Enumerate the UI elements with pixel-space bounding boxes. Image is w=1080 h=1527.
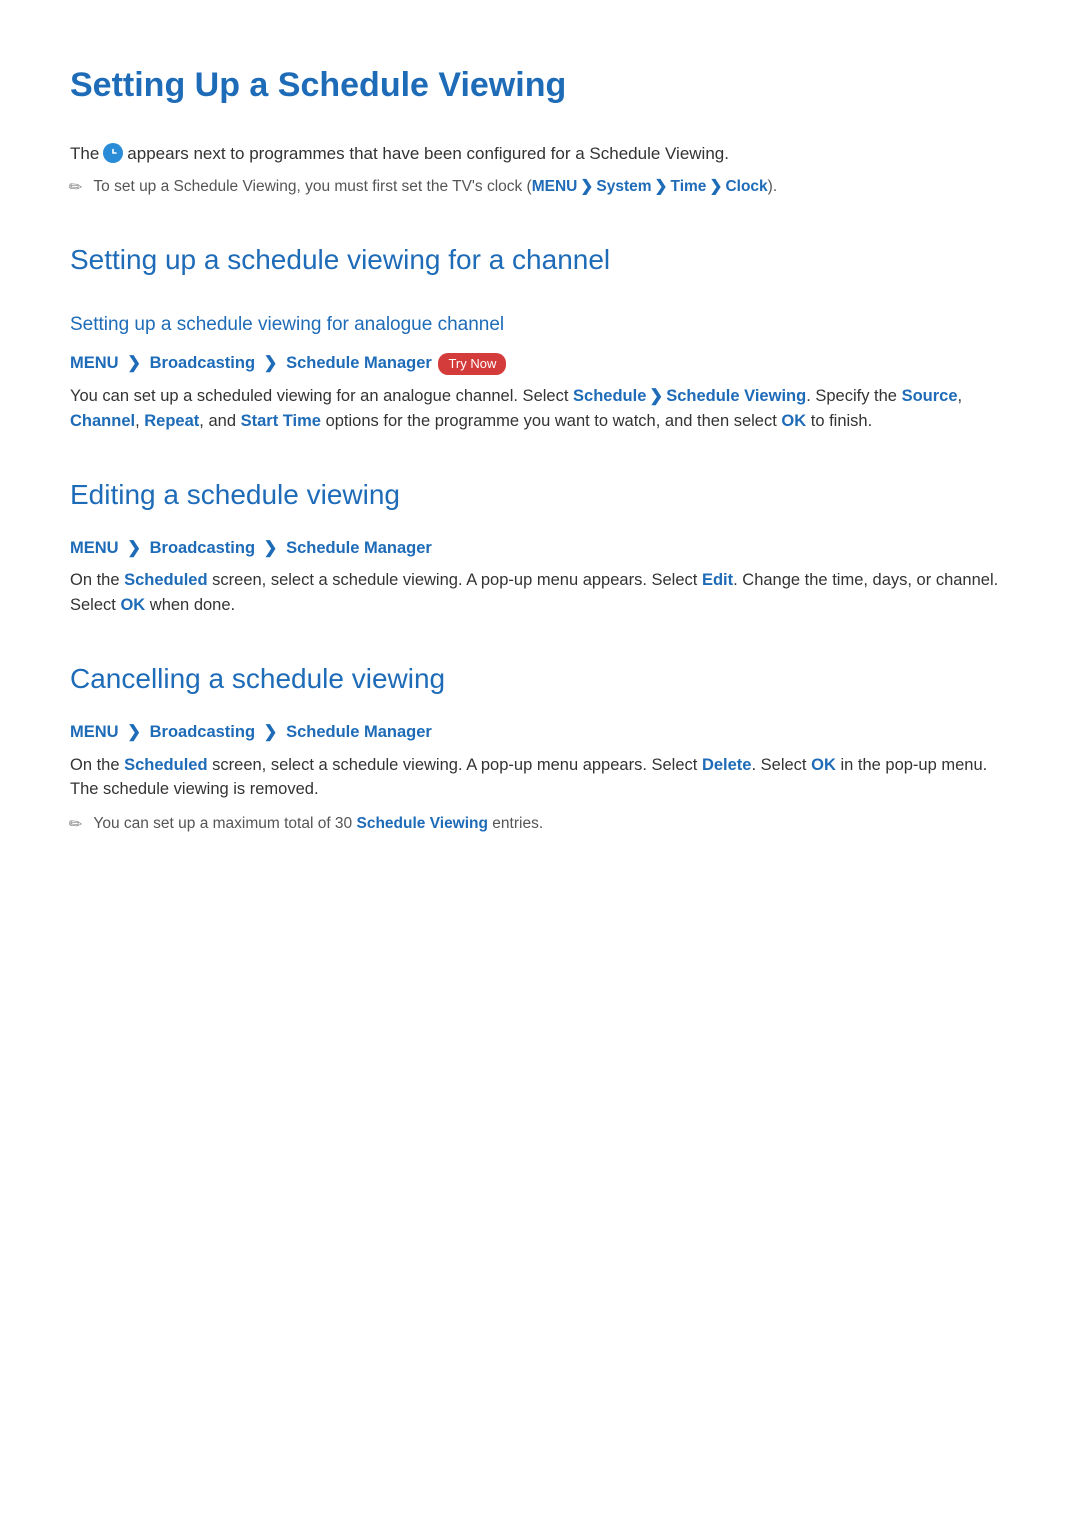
nav-menu: MENU — [70, 723, 119, 741]
schedule-viewing-keyword: Schedule Viewing — [666, 387, 806, 405]
chevron-right-icon: ❯ — [655, 178, 668, 195]
chevron-right-icon: ❯ — [127, 723, 141, 741]
chevron-right-icon: ❯ — [127, 539, 141, 557]
intro-post: appears next to programmes that have bee… — [127, 141, 729, 167]
repeat-keyword: Repeat — [144, 412, 199, 430]
ok-keyword: OK — [120, 596, 145, 614]
chevron-right-icon: ❯ — [264, 354, 278, 372]
try-now-badge[interactable]: Try Now — [438, 353, 506, 375]
nav-broadcasting: Broadcasting — [150, 354, 255, 372]
nav-menu: MENU — [70, 539, 119, 557]
chevron-right-icon: ❯ — [709, 178, 722, 195]
start-time-keyword: Start Time — [241, 412, 321, 430]
text: screen, select a schedule viewing. A pop… — [208, 571, 702, 589]
channel-keyword: Channel — [70, 412, 135, 430]
text: , — [135, 412, 144, 430]
note-lead: To set up a Schedule Viewing, you must f… — [93, 178, 531, 195]
clock-note-text: To set up a Schedule Viewing, you must f… — [93, 175, 1010, 198]
chevron-right-icon: ❯ — [649, 387, 663, 405]
nav-path-editing: MENU ❯ Broadcasting ❯ Schedule Manager — [70, 536, 1010, 561]
ok-keyword: OK — [811, 756, 836, 774]
chevron-right-icon: ❯ — [264, 539, 278, 557]
section-heading-editing: Editing a schedule viewing — [70, 474, 1010, 516]
pencil-icon: ✎ — [64, 812, 89, 838]
scheduled-keyword: Scheduled — [124, 756, 207, 774]
nav-menu: MENU — [70, 354, 119, 372]
system-keyword: System — [596, 178, 651, 195]
nav-broadcasting: Broadcasting — [150, 723, 255, 741]
subsection-heading-analogue: Setting up a schedule viewing for analog… — [70, 311, 1010, 340]
time-keyword: Time — [671, 178, 707, 195]
text: to finish. — [806, 412, 872, 430]
nav-broadcasting: Broadcasting — [150, 539, 255, 557]
nav-schedule-manager: Schedule Manager — [286, 354, 432, 372]
schedule-keyword: Schedule — [573, 387, 646, 405]
text: screen, select a schedule viewing. A pop… — [208, 756, 702, 774]
clock-icon — [103, 143, 123, 163]
text: . Select — [751, 756, 811, 774]
max-entries-text: You can set up a maximum total of 30 Sch… — [93, 812, 1010, 835]
chevron-right-icon: ❯ — [580, 178, 593, 195]
ok-keyword: OK — [781, 412, 806, 430]
text: On the — [70, 756, 124, 774]
schedule-viewing-keyword: Schedule Viewing — [356, 815, 488, 832]
nav-path-analogue: MENU ❯ Broadcasting ❯ Schedule Manager T… — [70, 351, 1010, 376]
text: , — [958, 387, 963, 405]
text: You can set up a scheduled viewing for a… — [70, 387, 573, 405]
text: options for the programme you want to wa… — [321, 412, 781, 430]
note-tail: ). — [768, 178, 777, 195]
nav-schedule-manager: Schedule Manager — [286, 723, 432, 741]
pencil-icon: ✎ — [64, 175, 89, 201]
text: entries. — [488, 815, 543, 832]
clock-note: ✎ To set up a Schedule Viewing, you must… — [70, 175, 1010, 199]
delete-keyword: Delete — [702, 756, 752, 774]
edit-keyword: Edit — [702, 571, 733, 589]
intro-pre: The — [70, 141, 99, 167]
clock-keyword: Clock — [725, 178, 767, 195]
intro-line: The appears next to programmes that have… — [70, 141, 1010, 167]
text: , and — [199, 412, 240, 430]
source-keyword: Source — [902, 387, 958, 405]
analogue-paragraph: You can set up a scheduled viewing for a… — [70, 384, 1010, 434]
text: . Specify the — [806, 387, 901, 405]
scheduled-keyword: Scheduled — [124, 571, 207, 589]
cancelling-paragraph: On the Scheduled screen, select a schedu… — [70, 753, 1010, 803]
menu-keyword: MENU — [532, 178, 578, 195]
section-heading-cancelling: Cancelling a schedule viewing — [70, 658, 1010, 700]
nav-schedule-manager: Schedule Manager — [286, 539, 432, 557]
text: On the — [70, 571, 124, 589]
section-heading-channel: Setting up a schedule viewing for a chan… — [70, 239, 1010, 281]
text: You can set up a maximum total of 30 — [93, 815, 356, 832]
editing-paragraph: On the Scheduled screen, select a schedu… — [70, 568, 1010, 618]
nav-path-cancelling: MENU ❯ Broadcasting ❯ Schedule Manager — [70, 720, 1010, 745]
text: when done. — [145, 596, 235, 614]
chevron-right-icon: ❯ — [127, 354, 141, 372]
page-title: Setting Up a Schedule Viewing — [70, 60, 1010, 111]
max-entries-note: ✎ You can set up a maximum total of 30 S… — [70, 812, 1010, 836]
chevron-right-icon: ❯ — [264, 723, 278, 741]
